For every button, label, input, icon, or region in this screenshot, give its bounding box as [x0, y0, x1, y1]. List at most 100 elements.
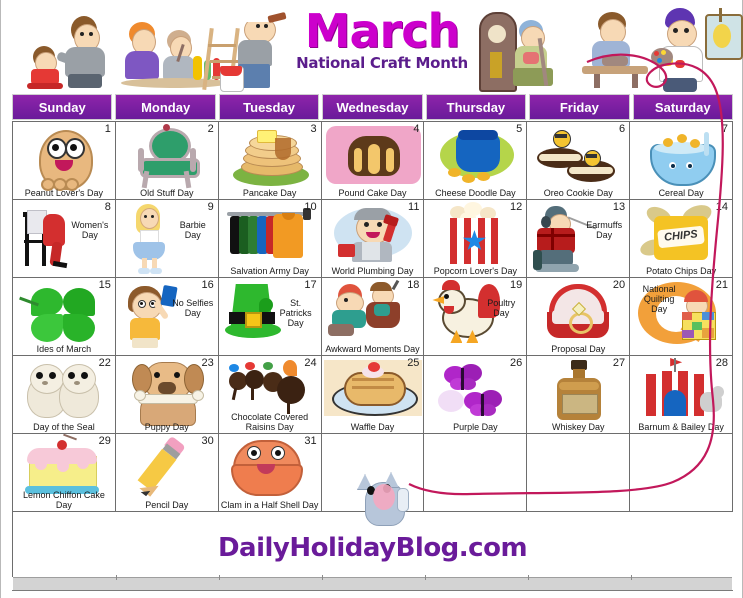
day-number: 1: [104, 123, 111, 135]
day-cell-empty: [424, 434, 528, 512]
holiday-label: Cheese Doodle Day: [435, 188, 516, 198]
holiday-label: Peanut Lover's Day: [24, 188, 104, 198]
day-number: 3: [310, 123, 317, 135]
day-cell-empty: [527, 434, 631, 512]
day-number: 5: [516, 123, 523, 135]
weekday-monday: Monday: [115, 94, 216, 120]
day-number: 17: [304, 279, 317, 291]
day-cell-22[interactable]: 22 Day of the Seal: [13, 356, 116, 434]
holiday-label: World Plumbing Day: [331, 266, 414, 276]
calendar-week-row: 8 Women's Day 9 Barbie Day 10 Salvation …: [13, 200, 734, 278]
ruler-tick: [425, 575, 426, 580]
day-cell-6[interactable]: 6 Oreo Cookie Day: [527, 122, 631, 200]
holiday-label: Chocolate Covered Raisins Day: [231, 412, 309, 432]
weekday-thursday: Thursday: [425, 94, 527, 120]
holiday-label: Awkward Moments Day: [325, 344, 420, 354]
day-number: 15: [98, 279, 111, 291]
month-title: March: [304, 4, 461, 58]
artist-easel-clipart: [651, 8, 743, 92]
day-number: 2: [207, 123, 214, 135]
day-cell-29[interactable]: 29 Lemon Chiffon Cake Day: [13, 434, 116, 512]
day-cell-18[interactable]: 18 Awkward Moments Day: [321, 278, 425, 356]
kitten-yarn-clipart: [353, 472, 415, 528]
holiday-label: Old Stuff Day: [140, 188, 194, 198]
day-cell-19[interactable]: 19 Poultry Day: [424, 278, 528, 356]
day-cell-13[interactable]: 13 Earmuffs Day: [527, 200, 631, 278]
holiday-label: Proposal Day: [551, 344, 606, 354]
holiday-label: Lemon Chiffon Cake Day: [22, 490, 105, 510]
holiday-label: Puppy Day: [144, 422, 189, 432]
day-cell-30[interactable]: 30 Pencil Day: [115, 434, 219, 512]
day-cell-31[interactable]: 31 Clam in a Half Shell Day: [218, 434, 322, 512]
calendar-grid: 1 Peanut Lover's Day 2 Old Stuff Day 3 P…: [12, 121, 734, 512]
day-cell-5[interactable]: 5 Cheese Doodle Day: [424, 122, 528, 200]
ruler-tick: [528, 575, 529, 580]
day-cell-16[interactable]: 16 No Selfies Day: [115, 278, 219, 356]
holiday-label: Ides of March: [36, 344, 92, 354]
day-number: 29: [98, 435, 111, 447]
header-banner: March National Craft Month: [1, 0, 743, 92]
day-cell-3[interactable]: 3 Pancake Day: [218, 122, 322, 200]
holiday-label: Potato Chips Day: [646, 266, 717, 276]
holiday-label: National Quilting Day: [642, 284, 676, 314]
holiday-label: Barbie Day: [179, 220, 206, 240]
day-number: 20: [612, 279, 626, 291]
day-number: 14: [715, 201, 729, 213]
day-cell-8[interactable]: 8 Women's Day: [13, 200, 116, 278]
day-number: 13: [612, 201, 626, 213]
day-cell-9[interactable]: 9 Barbie Day: [115, 200, 219, 278]
day-cell-1[interactable]: 1 Peanut Lover's Day: [13, 122, 116, 200]
day-cell-15[interactable]: 15 Ides of March: [13, 278, 116, 356]
day-cell-26[interactable]: 26 Purple Day: [424, 356, 528, 434]
day-number: 24: [304, 357, 317, 369]
holiday-label: Popcorn Lover's Day: [433, 266, 517, 276]
footer-site-url[interactable]: DailyHolidayBlog.com: [1, 533, 743, 563]
page-title: March National Craft Month: [292, 8, 472, 71]
day-cell-4[interactable]: 4 Pound Cake Day: [321, 122, 425, 200]
day-cell-27[interactable]: 27 Whiskey Day: [527, 356, 631, 434]
weekday-friday: Friday: [529, 94, 630, 120]
weekday-sunday: Sunday: [12, 94, 113, 120]
day-cell-24[interactable]: 24 Chocolate Covered Raisins Day: [218, 356, 322, 434]
month-subtitle: National Craft Month: [296, 54, 468, 72]
day-number: 18: [407, 279, 420, 291]
calendar-page: March National Craft Month Sunday Monday…: [0, 0, 743, 598]
day-cell-23[interactable]: 23 Puppy Day: [115, 356, 219, 434]
day-number: 21: [715, 279, 729, 291]
day-cell-21[interactable]: 21 National Quilting Day: [630, 278, 734, 356]
day-number: 19: [510, 279, 523, 291]
day-cell-10[interactable]: 10 Salvation Army Day: [218, 200, 322, 278]
bottom-ruler-strip[interactable]: [13, 575, 732, 591]
day-number: 22: [98, 357, 111, 369]
day-number: 10: [304, 201, 317, 213]
holiday-label: Waffle Day: [350, 422, 395, 432]
day-cell-20[interactable]: 20 Proposal Day: [527, 278, 631, 356]
weekday-header-row: Sunday Monday Tuesday Wednesday Thursday…: [12, 94, 733, 120]
painter-ladder-clipart: [202, 10, 296, 92]
day-cell-17[interactable]: 17 St. Patricks Day: [218, 278, 322, 356]
holiday-label: No Selfies Day: [172, 298, 214, 318]
holiday-label: Cereal Day: [658, 188, 704, 198]
holiday-label: Salvation Army Day: [230, 266, 309, 276]
day-cell-11[interactable]: 11 World Plumbing Day: [321, 200, 425, 278]
holiday-label: Pound Cake Day: [338, 188, 407, 198]
day-cell-2[interactable]: 2 Old Stuff Day: [115, 122, 219, 200]
holiday-label: Earmuffs Day: [586, 220, 623, 240]
weekday-saturday: Saturday: [632, 94, 733, 120]
day-cell-12[interactable]: 12 Popcorn Lover's Day: [424, 200, 528, 278]
day-number: 31: [304, 435, 317, 447]
calendar-week-row: 22 Day of the Seal 23 Puppy Day 24 Choco…: [13, 356, 734, 434]
day-cell-28[interactable]: 28 Barnum & Bailey Day: [630, 356, 734, 434]
holiday-label: Pencil Day: [145, 500, 189, 510]
holiday-label: Barnum & Bailey Day: [638, 422, 724, 432]
ruler-baseline: [12, 590, 733, 591]
ruler-tick: [322, 575, 323, 580]
crafter-sewing-clipart: [576, 12, 658, 90]
day-cell-14[interactable]: 14 CHIPS Potato Chips Day: [630, 200, 734, 278]
holiday-label: Poultry Day: [487, 298, 516, 318]
holiday-label: Purple Day: [453, 422, 498, 432]
day-number: 23: [201, 357, 214, 369]
calendar-week-row: 1 Peanut Lover's Day 2 Old Stuff Day 3 P…: [13, 122, 734, 200]
day-cell-25[interactable]: 25 Waffle Day: [321, 356, 425, 434]
day-cell-7[interactable]: 7 Cereal Day: [630, 122, 734, 200]
